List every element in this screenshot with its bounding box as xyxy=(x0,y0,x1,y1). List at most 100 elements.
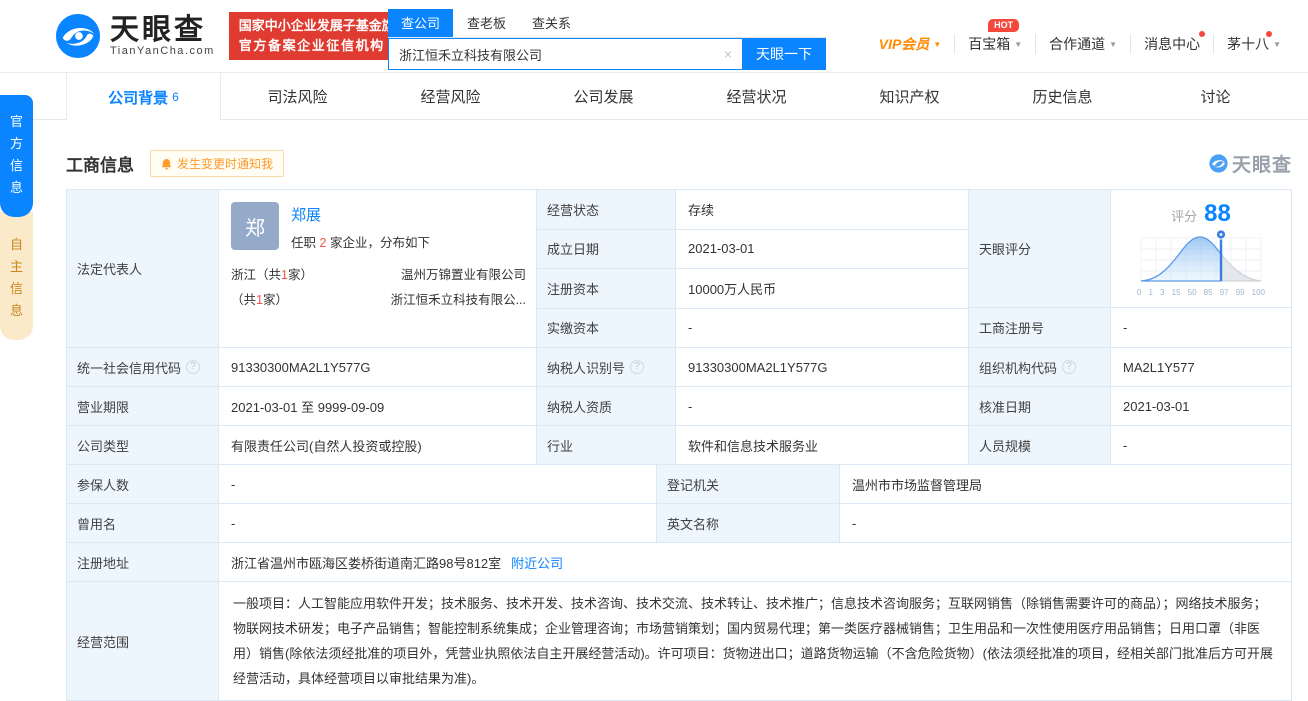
nearby-companies-link[interactable]: 附近公司 xyxy=(511,553,563,572)
field-label: 公司类型 xyxy=(67,426,219,464)
field-value: 存续 xyxy=(688,202,715,218)
tianyan-score-chart: 评分 88 0 1 3 15 50 85 97 99 100 xyxy=(1137,200,1265,297)
field-value: 浙江省温州市瓯海区娄桥街道南汇路98号812室 附近公司 xyxy=(219,543,1291,581)
search-tab-company[interactable]: 查公司 xyxy=(388,9,454,37)
search-input[interactable] xyxy=(388,38,742,70)
field-value: - xyxy=(1123,320,1128,335)
score-value: 88 xyxy=(1204,200,1231,227)
field-label: 注册地址 xyxy=(67,543,219,581)
field-label: 登记机关 xyxy=(657,465,840,503)
rep-company-name[interactable]: 浙江恒禾立科技有限公... xyxy=(391,288,526,313)
search-tab-boss[interactable]: 查老板 xyxy=(467,9,506,37)
menu-toolbox[interactable]: HOT 百宝箱 ▼ xyxy=(954,19,1035,54)
field-label: 行业 xyxy=(537,426,676,464)
tab-company-development[interactable]: 公司发展 xyxy=(527,73,680,120)
field-value: - xyxy=(219,504,657,542)
search-tabs: 查公司 查老板 查关系 xyxy=(388,9,826,38)
gov-badge-line1: 国家中小企业发展子基金旗下 xyxy=(238,18,408,33)
field-label: 组织机构代码? xyxy=(969,348,1111,386)
field-value: - xyxy=(219,465,657,503)
chevron-down-icon: ▼ xyxy=(1014,39,1023,49)
chevron-down-icon: ▼ xyxy=(1273,39,1281,49)
field-label: 经营状态 xyxy=(537,190,676,229)
tab-intellectual-property[interactable]: 知识产权 xyxy=(833,73,986,120)
legal-rep-tenure: 任职 2 家企业，分布如下 xyxy=(291,236,430,250)
tab-history-info[interactable]: 历史信息 xyxy=(986,73,1139,120)
field-value: 91330300MA2L1Y577G xyxy=(219,348,537,386)
notification-dot xyxy=(1266,31,1272,37)
rep-company-name[interactable]: 温州万锦置业有限公司 xyxy=(401,263,526,288)
score-cell: 评分 88 0 1 3 15 50 85 97 99 100 xyxy=(1111,190,1291,307)
tab-operation-status[interactable]: 经营状况 xyxy=(680,73,833,120)
tab-count: 6 xyxy=(172,90,179,104)
score-axis-ticks: 01 3 15 50 85 97 99 100 xyxy=(1137,288,1265,297)
company-nav-tabs: 公司背景 6 司法风险 经营风险 公司发展 经营状况 知识产权 历史信息 讨论 xyxy=(0,73,1308,121)
help-icon[interactable]: ? xyxy=(186,360,201,374)
field-value: - xyxy=(1123,437,1128,453)
field-value: 温州市市场监督管理局 xyxy=(852,477,983,493)
menu-messages[interactable]: 消息中心 xyxy=(1130,31,1213,54)
table-row: 曾用名 - 英文名称 - xyxy=(67,504,1291,543)
field-label: 经营范围 xyxy=(67,582,219,700)
field-label: 人员规模 xyxy=(969,426,1111,464)
tab-company-background[interactable]: 公司背景 6 xyxy=(66,73,221,121)
field-value: 2021-03-01 xyxy=(1123,398,1190,414)
watermark-logo: 天眼查 xyxy=(1209,150,1292,177)
table-row: 统一社会信用代码? 91330300MA2L1Y577G 纳税人识别号? 913… xyxy=(67,348,1291,387)
tianyancha-logo[interactable]: 天眼查 TianYanCha.com xyxy=(55,13,215,59)
top-menu: VIP会员 ▼ HOT 百宝箱 ▼ 合作通道 ▼ 消息中心 茅十八 ▼ xyxy=(866,19,1294,54)
chevron-down-icon: ▼ xyxy=(1109,39,1118,49)
status-column: 经营状态 存续 成立日期 2021-03-01 注册资本 10000万人民币 实… xyxy=(537,190,969,347)
score-label: 天眼评分 xyxy=(969,190,1111,307)
rep-distribution-row: （共1家） 浙江恒禾立科技有限公... xyxy=(231,288,526,313)
tab-discussion[interactable]: 讨论 xyxy=(1139,73,1292,120)
table-row: 参保人数 - 登记机关 温州市市场监督管理局 xyxy=(67,465,1291,504)
search-button[interactable]: 天眼一下 xyxy=(742,38,826,70)
field-label: 参保人数 xyxy=(67,465,219,503)
field-label: 英文名称 xyxy=(657,504,840,542)
legal-rep-name-link[interactable]: 郑展 xyxy=(291,204,430,225)
gov-badge-line2: 官方备案企业征信机构 xyxy=(238,38,385,53)
tab-judicial-risk[interactable]: 司法风险 xyxy=(221,73,374,120)
menu-user[interactable]: 茅十八 ▼ xyxy=(1213,31,1294,54)
tab-operation-risk[interactable]: 经营风险 xyxy=(374,73,527,120)
help-icon[interactable]: ? xyxy=(1062,360,1077,374)
table-row: 注册地址 浙江省温州市瓯海区娄桥街道南汇路98号812室 附近公司 xyxy=(67,543,1291,582)
field-value: 2021-03-01 至 9999-09-09 xyxy=(219,387,537,425)
hot-badge: HOT xyxy=(988,19,1020,32)
rep-distribution-row: 浙江（共1家） 温州万锦置业有限公司 xyxy=(231,263,526,288)
field-label: 纳税人资质 xyxy=(537,387,676,425)
menu-vip[interactable]: VIP会员 ▼ xyxy=(866,34,955,54)
field-value: 软件和信息技术服务业 xyxy=(676,426,969,464)
help-icon[interactable]: ? xyxy=(630,360,645,374)
field-value: - xyxy=(676,387,969,425)
side-tab-official-info[interactable]: 官方信息 xyxy=(0,95,33,217)
logo-title: 天眼查 xyxy=(110,14,207,46)
table-row: 经营范围 一般项目：人工智能应用软件开发；技术服务、技术开发、技术咨询、技术交流… xyxy=(67,582,1291,700)
business-info-table: 法定代表人 郑 郑展 任职 2 家企业，分布如下 浙江（共1家） 温州万锦置业有… xyxy=(66,189,1292,701)
field-value: MA2L1Y577 xyxy=(1123,359,1195,375)
score-curve-chart xyxy=(1140,229,1262,282)
watermark-logo-icon xyxy=(1209,154,1228,173)
field-label: 实缴资本 xyxy=(537,308,676,347)
field-value: 10000万人民币 xyxy=(688,281,777,297)
legal-rep-cell: 郑 郑展 任职 2 家企业，分布如下 浙江（共1家） 温州万锦置业有限公司 （共… xyxy=(219,190,537,347)
field-value: 91330300MA2L1Y577G xyxy=(676,348,969,386)
search-module: 查公司 查老板 查关系 × 天眼一下 xyxy=(388,9,826,70)
field-label: 工商注册号 xyxy=(969,308,1111,347)
clear-input-icon[interactable]: × xyxy=(724,46,732,62)
notify-on-change-button[interactable]: 发生变更时通知我 xyxy=(150,150,285,177)
chevron-down-icon: ▼ xyxy=(933,39,942,49)
field-value: 有限责任公司(自然人投资或控股) xyxy=(219,426,537,464)
legal-rep-label: 法定代表人 xyxy=(67,190,219,347)
logo-domain: TianYanCha.com xyxy=(110,45,215,57)
menu-cooperation[interactable]: 合作通道 ▼ xyxy=(1035,34,1130,54)
side-tab-self-info[interactable]: 自主信息 xyxy=(0,212,33,340)
section-title: 工商信息 xyxy=(66,156,134,175)
table-row: 营业期限 2021-03-01 至 9999-09-09 纳税人资质 - 核准日… xyxy=(67,387,1291,426)
field-label: 营业期限 xyxy=(67,387,219,425)
business-info-section-header: 工商信息 发生变更时通知我 天眼查 xyxy=(66,150,1292,177)
avatar[interactable]: 郑 xyxy=(231,202,279,250)
search-tab-relation[interactable]: 查关系 xyxy=(532,9,571,37)
notification-dot xyxy=(1199,31,1206,37)
